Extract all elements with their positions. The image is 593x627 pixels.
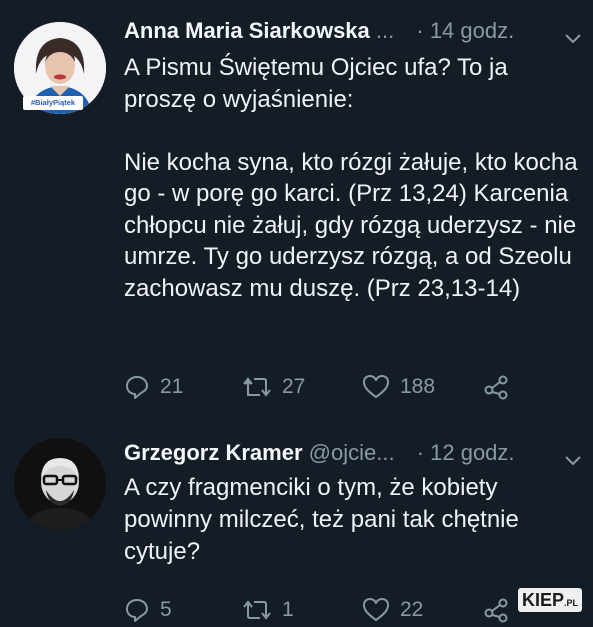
heart-icon	[363, 375, 389, 398]
share-button[interactable]	[484, 597, 510, 623]
tweet-header: Anna Maria Siarkowska ... · 14 godz.	[124, 18, 593, 50]
reply-button[interactable]: 21	[124, 374, 183, 400]
retweet-icon	[243, 377, 271, 397]
avatar[interactable]	[14, 438, 106, 530]
share-icon	[484, 598, 508, 623]
tweet-header: Grzegorz Kramer @ojcie... · 12 godz.	[124, 440, 593, 472]
tweet-time[interactable]: · 12 godz.	[417, 440, 515, 465]
tweet-text: A Pismu Świętemu Ojciec ufa? To ja prosz…	[124, 52, 579, 304]
tweet-time[interactable]: · 14 godz.	[416, 18, 514, 43]
reply-count: 5	[160, 598, 172, 621]
chevron-down-icon[interactable]	[565, 446, 581, 472]
retweet-count: 27	[282, 375, 306, 398]
like-count: 22	[400, 598, 424, 621]
share-button[interactable]	[484, 374, 510, 400]
tweet-paragraph: A czy fragmenciki o tym, że kobiety powi…	[124, 474, 519, 565]
retweet-count: 1	[282, 598, 294, 621]
tweet-text: A czy fragmenciki o tym, że kobiety powi…	[124, 472, 579, 568]
avatar-man-portrait	[14, 438, 106, 530]
author-name[interactable]: Grzegorz Kramer	[124, 440, 303, 465]
reply-button[interactable]: 5	[124, 597, 172, 623]
chevron-down-icon[interactable]	[565, 24, 581, 50]
like-count: 188	[400, 375, 436, 398]
reply-icon	[126, 599, 148, 622]
tweet-paragraph: Nie kocha syna, kto rózgi żałuje, kto ko…	[124, 148, 578, 302]
like-button[interactable]: 188	[362, 374, 435, 400]
share-icon	[484, 375, 508, 400]
reply-icon	[126, 376, 148, 399]
tweet-paragraph: A Pismu Świętemu Ojciec ufa? To ja prosz…	[124, 54, 508, 113]
watermark-suffix: .PL	[564, 598, 579, 608]
author-handle[interactable]: @ojcie...	[309, 440, 395, 465]
retweet-button[interactable]: 27	[242, 374, 305, 400]
author-name[interactable]: Anna Maria Siarkowska	[124, 18, 370, 43]
name-ellipsis: ...	[375, 18, 395, 43]
retweet-button[interactable]: 1	[242, 597, 294, 623]
reply-count: 21	[160, 375, 184, 398]
retweet-icon	[243, 600, 271, 620]
heart-icon	[363, 598, 389, 621]
avatar-badge: #BiałyPiątek	[23, 96, 83, 110]
watermark-text: KIEP	[522, 590, 565, 610]
watermark-logo: KIEP.PL	[518, 588, 582, 612]
like-button[interactable]: 22	[362, 597, 423, 623]
